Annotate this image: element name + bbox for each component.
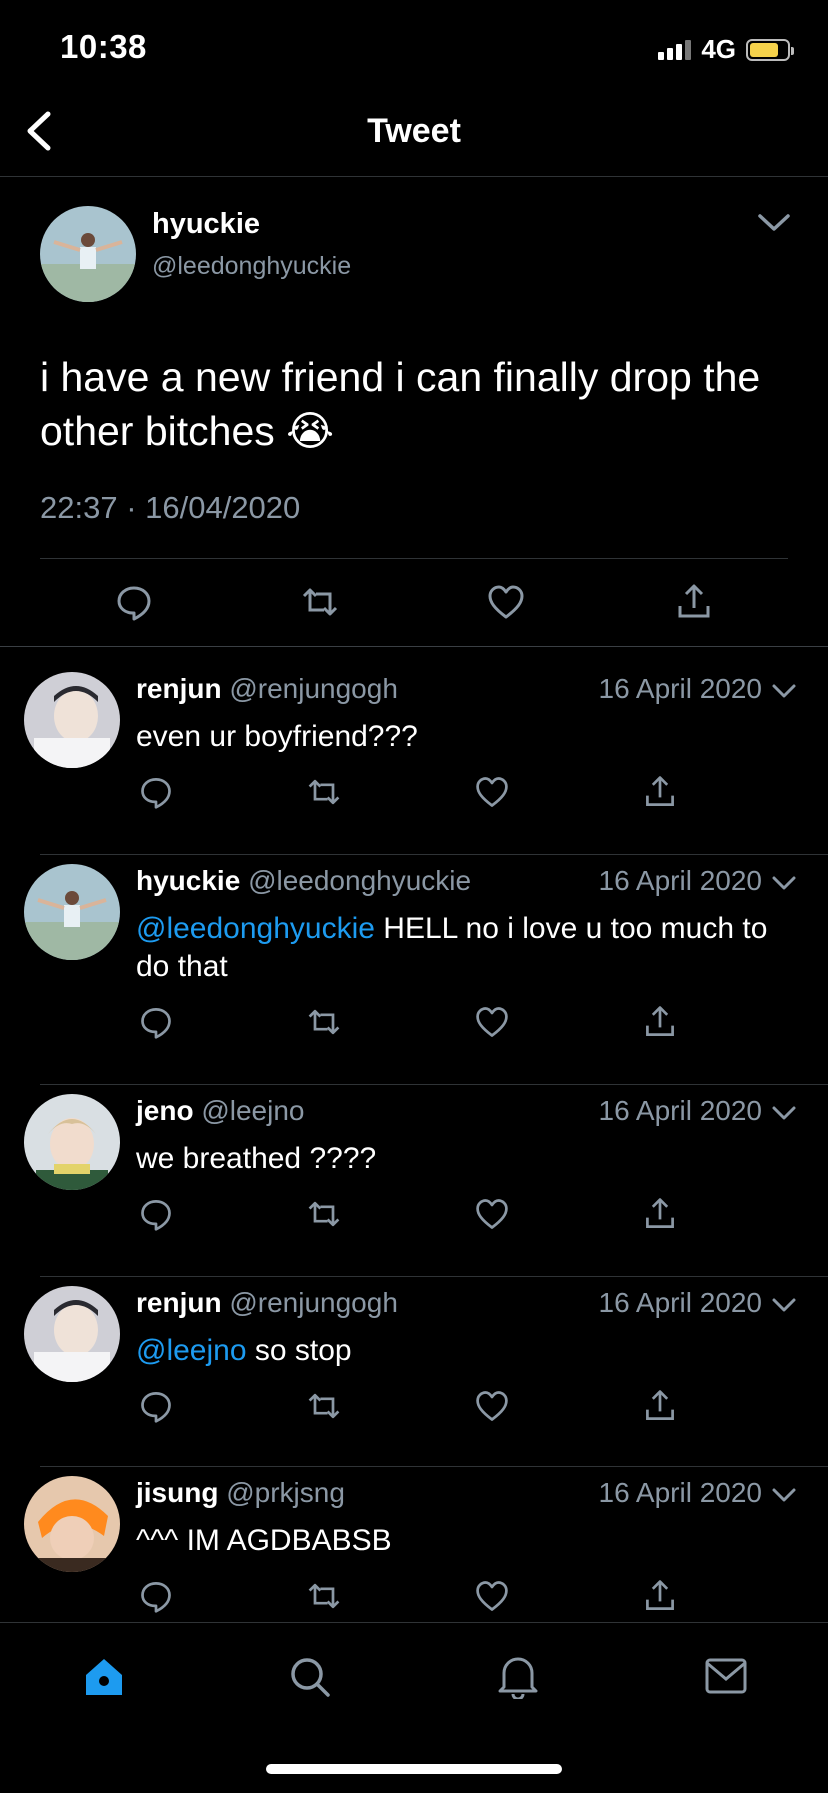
reply-author-name[interactable]: hyuckie [136,865,240,896]
reply-icon[interactable] [114,582,154,622]
reply-icon[interactable] [138,1196,174,1232]
avatar[interactable] [24,672,120,768]
avatar[interactable] [24,864,120,960]
retweet-icon[interactable] [306,1004,342,1040]
tweet-divider [40,558,788,559]
heart-icon[interactable] [474,1578,510,1614]
reply-author-handle[interactable]: @leedonghyuckie [248,865,471,896]
reply-icon[interactable] [138,774,174,810]
retweet-icon[interactable] [300,582,340,622]
mention-link[interactable]: @leedonghyuckie [136,912,375,945]
retweet-icon[interactable] [306,1388,342,1424]
reply-author-handle[interactable]: @leejno [201,1095,304,1126]
page-title: Tweet [367,112,461,150]
reply-body: even ur boyfriend??? [136,720,418,753]
reply-author-handle[interactable]: @renjungogh [229,673,398,704]
reply-header: hyuckie @leedonghyuckie [136,865,471,897]
battery-icon [746,38,794,61]
reply-author-name[interactable]: jisung [136,1477,218,1508]
avatar[interactable] [24,1476,120,1572]
share-icon[interactable] [642,774,678,810]
reply-body: ^^^ IM AGDBABSB [136,1524,392,1557]
section-divider [0,646,828,647]
tweet-timestamp: 22:37 · 16/04/2020 [40,490,301,525]
signal-icon [658,39,692,60]
reply-body: we breathed ???? [136,1142,377,1175]
reply-author-name[interactable]: renjun [136,673,222,704]
reply-body: so stop [246,1334,352,1367]
author-handle[interactable]: @leedonghyuckie [152,252,351,281]
reply-date: 16 April 2020 [598,673,762,704]
retweet-icon[interactable] [306,1196,342,1232]
reply-text: @leedonghyuckie HELL no i love u too muc… [136,910,806,986]
chevron-down-icon[interactable] [770,1485,798,1505]
header-divider [0,176,828,177]
status-time: 10:38 [60,28,147,65]
heart-icon[interactable] [474,1388,510,1424]
reply-date: 16 April 2020 [598,1477,762,1508]
retweet-icon[interactable] [306,774,342,810]
chevron-down-icon[interactable] [770,1295,798,1315]
heart-icon[interactable] [486,582,526,622]
mail-icon[interactable] [704,1657,748,1695]
reply-header: renjun @renjungogh [136,1287,398,1319]
reply-divider [40,1466,828,1467]
heart-icon[interactable] [474,1004,510,1040]
heart-icon[interactable] [474,1196,510,1232]
reply-date: 16 April 2020 [598,865,762,896]
author-name[interactable]: hyuckie [152,208,260,241]
search-icon[interactable] [288,1655,332,1699]
reply-text: we breathed ???? [136,1140,806,1178]
chevron-down-icon[interactable] [770,873,798,893]
share-icon[interactable] [642,1578,678,1614]
bell-icon[interactable] [496,1653,540,1699]
reply-header: jisung @prkjsng [136,1477,345,1509]
heart-icon[interactable] [474,774,510,810]
avatar[interactable] [24,1286,120,1382]
avatar[interactable] [24,1094,120,1190]
reply-icon[interactable] [138,1388,174,1424]
reply-divider [40,1084,828,1085]
chevron-down-icon[interactable] [770,681,798,701]
avatar[interactable] [40,206,136,302]
chevron-down-icon[interactable] [770,1103,798,1123]
reply-text: @leejno so stop [136,1332,806,1370]
status-indicators: 4G [658,34,794,65]
reply-header: renjun @renjungogh [136,673,398,705]
network-label: 4G [701,34,736,64]
home-icon[interactable] [82,1655,126,1699]
reply-icon[interactable] [138,1578,174,1614]
share-icon[interactable] [642,1196,678,1232]
home-indicator [266,1764,562,1774]
reply-author-name[interactable]: renjun [136,1287,222,1318]
share-icon[interactable] [674,582,714,622]
retweet-icon[interactable] [306,1578,342,1614]
chevron-down-icon[interactable] [754,208,794,236]
reply-date: 16 April 2020 [598,1095,762,1126]
reply-divider [40,854,828,855]
share-icon[interactable] [642,1388,678,1424]
reply-author-handle[interactable]: @prkjsng [226,1477,345,1508]
reply-text: even ur boyfriend??? [136,718,806,756]
reply-date: 16 April 2020 [598,1287,762,1318]
mention-link[interactable]: @leejno [136,1334,247,1367]
reply-text: ^^^ IM AGDBABSB [136,1522,806,1560]
tweet-text: i have a new friend i can finally drop t… [40,354,761,454]
reply-header: jeno @leejno [136,1095,305,1127]
reply-divider [40,1276,828,1277]
share-icon[interactable] [642,1004,678,1040]
reply-author-handle[interactable]: @renjungogh [229,1287,398,1318]
reply-icon[interactable] [138,1004,174,1040]
reply-author-name[interactable]: jeno [136,1095,194,1126]
